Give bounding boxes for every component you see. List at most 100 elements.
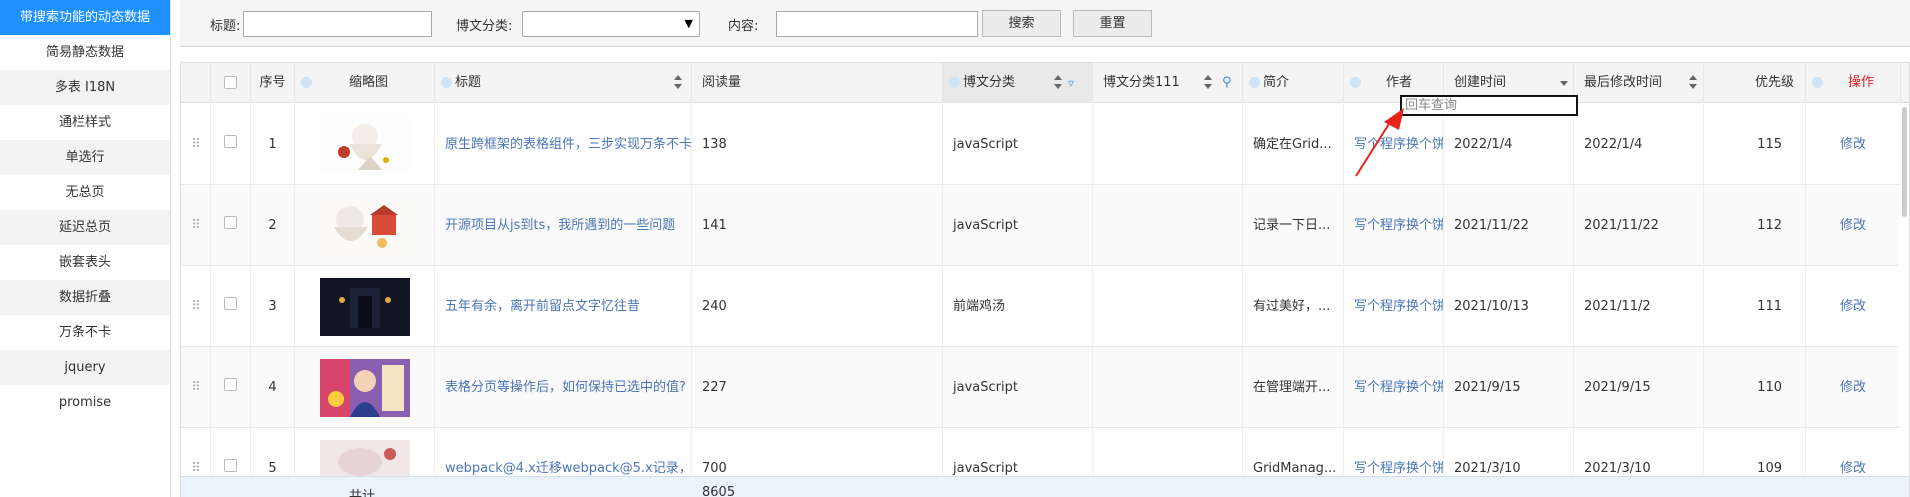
thumbnail-cell: [295, 347, 435, 428]
row-category111: [1093, 266, 1243, 347]
sort-desc-icon[interactable]: [1560, 75, 1568, 91]
table-row: ⠿ 1 原生跨框架的表格组件，三步实现万条不卡 138 javaScript 确…: [181, 104, 1909, 185]
row-reads: 138: [692, 104, 943, 185]
content-label: 内容:: [728, 19, 759, 34]
sidebar-item-lazy-total[interactable]: 延迟总页: [0, 210, 170, 245]
sidebar-item-single-select[interactable]: 单选行: [0, 140, 170, 175]
row-author-link[interactable]: 写个程序换个饼...: [1344, 266, 1444, 347]
header-priority: 优先级: [1704, 63, 1806, 103]
sort-icon[interactable]: [1054, 75, 1062, 91]
thumbnail-image: [320, 359, 410, 417]
select-all-checkbox[interactable]: [224, 76, 237, 89]
row-category: javaScript: [943, 185, 1093, 266]
row-checkbox[interactable]: [224, 459, 237, 472]
main-area: 标题: 博文分类: ▼ 内容: 搜索 重置 序号 缩略图 标题 阅读量 博文分类…: [172, 0, 1910, 497]
row-checkbox[interactable]: [224, 216, 237, 229]
row-checkbox[interactable]: [224, 135, 237, 148]
chevron-down-icon: ▼: [684, 17, 693, 30]
row-title-link[interactable]: 原生跨框架的表格组件，三步实现万条不卡: [435, 104, 692, 185]
footer-total-label: 共计: [349, 489, 376, 497]
row-checkbox-cell[interactable]: [211, 104, 251, 185]
row-modified: 2022/1/4: [1574, 104, 1704, 185]
drag-handle-icon[interactable]: ⠿: [181, 347, 211, 428]
title-input[interactable]: [243, 11, 432, 37]
row-category111: [1093, 104, 1243, 185]
table-row: ⠿ 4 表格分页等操作后，如何保持已选中的值? 227 javaScript 在…: [181, 347, 1909, 428]
drag-handle-icon[interactable]: ⠿: [181, 266, 211, 347]
content-input[interactable]: [776, 11, 978, 37]
sidebar-item-banner-style[interactable]: 通栏样式: [0, 105, 170, 140]
column-config-icon[interactable]: [441, 77, 452, 88]
edit-link[interactable]: 修改: [1806, 185, 1901, 266]
scrollbar-thumb[interactable]: [1902, 107, 1907, 217]
column-config-icon[interactable]: [1812, 77, 1823, 88]
header-action: 操作: [1806, 63, 1901, 103]
sidebar-item-ten-thousand[interactable]: 万条不卡: [0, 315, 170, 350]
search-button[interactable]: 搜索: [982, 10, 1061, 37]
row-priority: 111: [1704, 266, 1806, 347]
search-icon[interactable]: ⚲: [1222, 63, 1232, 103]
row-reads: 227: [692, 347, 943, 428]
column-filter-input[interactable]: 回车查询: [1400, 95, 1578, 116]
edit-link[interactable]: 修改: [1806, 347, 1901, 428]
row-priority: 110: [1704, 347, 1806, 428]
header-summary: 简介: [1243, 63, 1344, 103]
row-checkbox-cell[interactable]: [211, 266, 251, 347]
row-checkbox[interactable]: [224, 378, 237, 391]
table-footer-summary: 共计 8605: [181, 476, 1909, 497]
drag-handle-icon[interactable]: ⠿: [181, 185, 211, 266]
row-reads: 141: [692, 185, 943, 266]
sidebar-item-no-total[interactable]: 无总页: [0, 175, 170, 210]
sidebar-item-static-data[interactable]: 简易静态数据: [0, 35, 170, 70]
category-select[interactable]: ▼: [522, 11, 700, 37]
edit-link[interactable]: 修改: [1806, 104, 1901, 185]
sidebar-item-i18n[interactable]: 多表 I18N: [0, 70, 170, 105]
row-summary: 确定在Grid...: [1243, 104, 1344, 185]
reset-button[interactable]: 重置: [1073, 10, 1152, 37]
row-created: 2021/11/22: [1444, 185, 1574, 266]
filter-icon[interactable]: ▿: [1068, 63, 1074, 103]
header-select-all[interactable]: [211, 63, 251, 103]
row-modified: 2021/11/2: [1574, 266, 1704, 347]
column-config-icon[interactable]: [949, 77, 960, 88]
column-config-icon[interactable]: [1350, 77, 1361, 88]
sidebar-item-promise[interactable]: promise: [0, 385, 170, 420]
row-author-link[interactable]: 写个程序换个饼...: [1344, 185, 1444, 266]
sort-icon[interactable]: [1689, 75, 1697, 91]
sort-icon[interactable]: [674, 75, 682, 91]
row-checkbox[interactable]: [224, 297, 237, 310]
drag-handle-icon[interactable]: ⠿: [181, 104, 211, 185]
title-label: 标题:: [210, 19, 241, 34]
thumbnail-image: [320, 197, 410, 255]
table-row: ⠿ 3 五年有余，离开前留点文字忆往昔 240 前端鸡汤 有过美好，... 写个…: [181, 266, 1909, 347]
row-title-link[interactable]: 表格分页等操作后，如何保持已选中的值?: [435, 347, 692, 428]
column-config-icon[interactable]: [1249, 77, 1260, 88]
row-author-link[interactable]: 写个程序换个饼...: [1344, 347, 1444, 428]
header-category[interactable]: 博文分类 ▿: [943, 63, 1093, 103]
category-label: 博文分类:: [456, 19, 513, 34]
row-title-link[interactable]: 开源项目从js到ts，我所遇到的一些问题: [435, 185, 692, 266]
column-config-icon[interactable]: [301, 77, 312, 88]
thumbnail-image: [320, 278, 410, 336]
row-reads: 240: [692, 266, 943, 347]
sidebar-item-dynamic-search[interactable]: 带搜索功能的动态数据: [0, 0, 170, 35]
row-summary: 记录一下日...: [1243, 185, 1344, 266]
sidebar-item-data-fold[interactable]: 数据折叠: [0, 280, 170, 315]
row-checkbox-cell[interactable]: [211, 185, 251, 266]
row-modified: 2021/11/22: [1574, 185, 1704, 266]
header-title[interactable]: 标题: [435, 63, 692, 103]
header-modified[interactable]: 最后修改时间: [1574, 63, 1704, 103]
table-row: ⠿ 2 开源项目从js到ts，我所遇到的一些问题 141 javaScript …: [181, 185, 1909, 266]
search-bar: 标题: 博文分类: ▼ 内容: 搜索 重置: [180, 0, 1910, 47]
sort-icon[interactable]: [1204, 75, 1212, 91]
sidebar-item-jquery[interactable]: jquery: [0, 350, 170, 385]
sidebar-item-nested-header[interactable]: 嵌套表头: [0, 245, 170, 280]
row-index: 1: [251, 104, 295, 185]
header-index: 序号: [251, 63, 295, 103]
row-created: 2021/10/13: [1444, 266, 1574, 347]
row-checkbox-cell[interactable]: [211, 347, 251, 428]
header-category111[interactable]: 博文分类111 ⚲: [1093, 63, 1243, 103]
row-summary: 在管理端开...: [1243, 347, 1344, 428]
row-title-link[interactable]: 五年有余，离开前留点文字忆往昔: [435, 266, 692, 347]
edit-link[interactable]: 修改: [1806, 266, 1901, 347]
